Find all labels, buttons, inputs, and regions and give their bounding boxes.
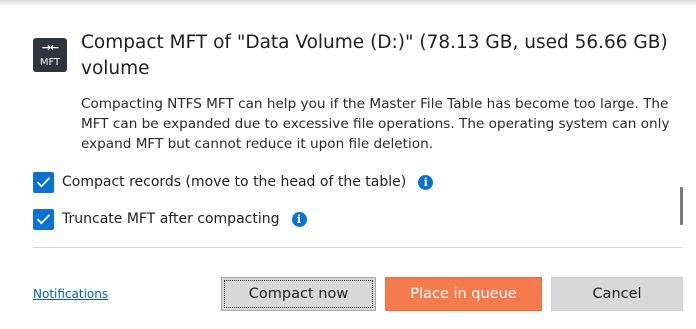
- truncate-mft-checkbox[interactable]: [33, 208, 54, 230]
- footer-divider: [33, 247, 683, 248]
- compact-records-option[interactable]: Compact records (move to the head of the…: [33, 171, 434, 193]
- compact-arrows-icon: →←: [41, 41, 59, 54]
- place-in-queue-button[interactable]: Place in queue: [385, 277, 542, 311]
- checkmark-icon: [36, 177, 51, 188]
- truncate-mft-label: Truncate MFT after compacting: [62, 211, 280, 227]
- notifications-link[interactable]: Notifications: [33, 286, 108, 302]
- checkmark-icon: [36, 214, 51, 225]
- cancel-button[interactable]: Cancel: [551, 277, 683, 311]
- dialog-description: Compacting NTFS MFT can help you if the …: [81, 96, 670, 152]
- compact-mft-dialog: →← MFT Compact MFT of "Data Volume (D:)"…: [0, 0, 696, 329]
- info-icon[interactable]: i: [418, 174, 434, 190]
- compact-records-label: Compact records (move to the head of the…: [62, 174, 407, 190]
- truncate-mft-option[interactable]: Truncate MFT after compacting i: [33, 208, 307, 230]
- mft-compact-icon: →← MFT: [33, 38, 67, 72]
- compact-records-checkbox[interactable]: [33, 171, 54, 193]
- compact-now-button[interactable]: Compact now: [221, 277, 376, 311]
- options-scrollbar-thumb[interactable]: [680, 187, 683, 225]
- dialog-title: Compact MFT of "Data Volume (D:)" (78.13…: [81, 32, 668, 79]
- mft-icon-label: MFT: [39, 57, 61, 68]
- info-icon[interactable]: i: [291, 211, 307, 227]
- dialog-top-edge: [0, 0, 696, 6]
